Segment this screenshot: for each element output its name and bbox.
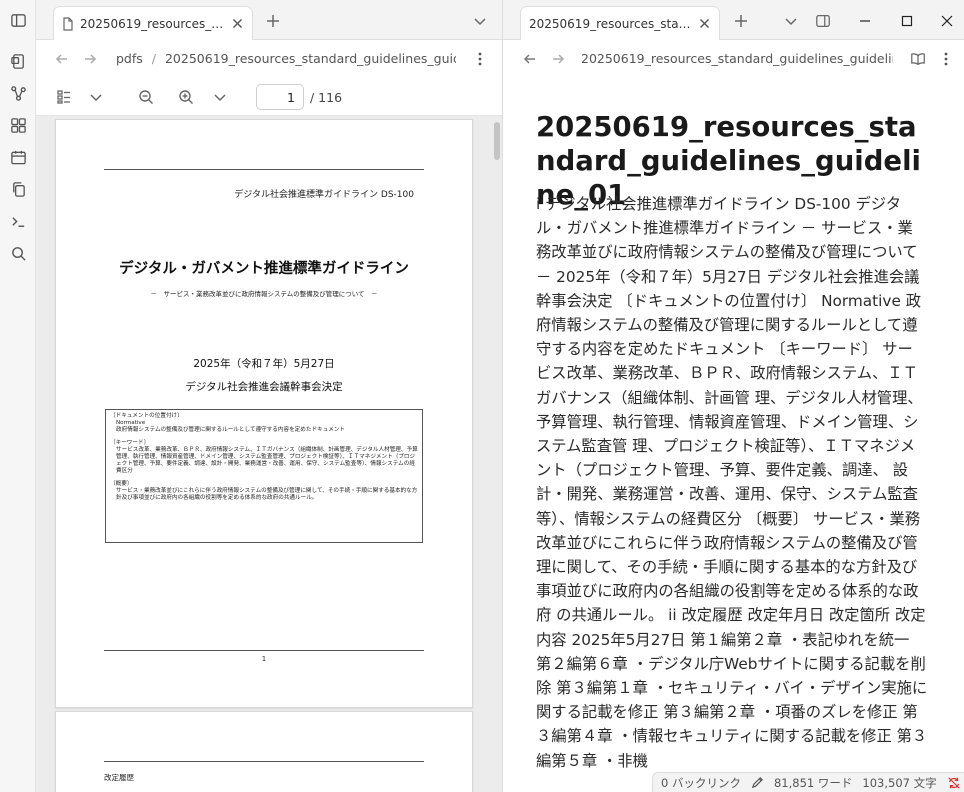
forward-arrow-icon[interactable] [78, 47, 102, 71]
box-heading-position: 〔ドキュメントの位置付け〕 [110, 413, 183, 419]
page-organization: デジタル社会推進会議幹事会決定 [185, 381, 343, 393]
tab-title: 20250619_resources_standard... [529, 16, 693, 31]
status-bar: 0 バックリンク 81,851 ワード 103,507 文字 [652, 772, 964, 792]
box-keywords-text: サービス改革、業務改革、ＢＰＲ、政府情報システム、ＩＴガバナンス（組織体制、計画… [116, 446, 418, 475]
breadcrumb-file[interactable]: 20250619_resources_standard_guidelines_g… [165, 51, 456, 66]
zoom-out-icon[interactable] [134, 85, 158, 109]
word-count: 81,851 ワード [773, 775, 853, 790]
box-position-text: 政府情報システムの整備及び管理に関するルールとして遵守する内容を定めたドキュメン… [116, 427, 346, 434]
left-nav-bar: pdfs / 20250619_resources_standard_guide… [36, 40, 502, 78]
note-body[interactable]: i デジタル社会推進標準ガイドライン DS-100 デジタル・ガバメント推進標準… [536, 192, 928, 773]
reading-view-icon[interactable] [906, 47, 930, 71]
right-pane: 20250619_resources_standard... [503, 0, 964, 792]
canvas-icon[interactable] [5, 112, 31, 138]
page-subtitle: － サービス・業務改革並びに政府情報システムの整備及び管理について － [150, 290, 378, 298]
page-bottom-rule [104, 650, 424, 651]
page-number: 1 [261, 655, 267, 663]
close-tab-icon[interactable] [232, 18, 243, 29]
tab-markdown[interactable]: 20250619_resources_standard... [520, 6, 720, 40]
copy-icon[interactable] [5, 176, 31, 202]
view-options-chevron-icon[interactable] [84, 85, 108, 109]
close-window-icon[interactable] [935, 9, 959, 33]
toggle-right-sidebar-icon[interactable] [811, 9, 835, 33]
char-count: 103,507 文字 [862, 775, 937, 790]
pdf-page-2: 改定履歴 [55, 711, 473, 792]
graph-view-icon[interactable] [5, 80, 31, 106]
box-heading-summary: 〔概要〕 [110, 480, 133, 487]
more-options-icon[interactable] [468, 47, 492, 71]
sidebar-toggle-icon[interactable] [5, 7, 31, 33]
terminal-icon[interactable] [5, 208, 31, 234]
open-file-icon[interactable] [5, 48, 31, 74]
sync-status-icon[interactable] [947, 776, 961, 790]
right-nav-bar: 20250619_resources_standard_guidelines_g… [503, 40, 964, 78]
document-info-box: 〔ドキュメントの位置付け〕 Normative 政府情報システムの整備及び管理に… [105, 409, 423, 543]
tab-pdf[interactable]: 20250619_resources_st... [53, 6, 253, 40]
back-arrow-icon[interactable] [50, 47, 74, 71]
zoom-in-icon[interactable] [174, 85, 198, 109]
right-tab-bar: 20250619_resources_standard... [503, 0, 964, 40]
forward-arrow-icon[interactable] [546, 47, 570, 71]
box-heading-keywords: 〔キーワード〕 [110, 439, 150, 446]
pdf-scrollbar[interactable] [494, 122, 500, 160]
tab-list-chevron-icon[interactable] [468, 9, 492, 33]
app-window: 20250619_resources_st... pdfs / 20250619… [0, 0, 964, 792]
pdf-viewer[interactable]: デジタル社会推進標準ガイドライン DS-100 デジタル・ガバメント推進標準ガイ… [36, 116, 502, 792]
page-top-rule [104, 169, 424, 170]
tab-title: 20250619_resources_st... [80, 16, 226, 31]
left-pane: 20250619_resources_st... pdfs / 20250619… [36, 0, 503, 792]
calendar-icon[interactable] [5, 144, 31, 170]
left-ribbon [0, 0, 36, 792]
close-tab-icon[interactable] [699, 18, 710, 29]
page-top-rule [104, 761, 424, 762]
breadcrumb-separator: / [151, 51, 156, 66]
zoom-options-chevron-icon[interactable] [208, 85, 232, 109]
page-header: デジタル社会推進標準ガイドライン DS-100 [234, 190, 414, 200]
page-total: / 116 [310, 90, 343, 105]
page-title: デジタル・ガバメント推進標準ガイドライン [119, 261, 409, 277]
breadcrumb[interactable]: 20250619_resources_standard_guidelines_g… [581, 51, 893, 66]
back-arrow-icon[interactable] [518, 47, 542, 71]
left-tab-bar: 20250619_resources_st... [36, 0, 502, 40]
page-number-input[interactable]: 1 [256, 84, 304, 110]
edit-pencil-icon[interactable] [751, 776, 764, 789]
tab-list-chevron-icon[interactable] [779, 9, 803, 33]
minimize-icon[interactable] [853, 9, 877, 33]
maximize-icon[interactable] [895, 9, 919, 33]
search-icon[interactable] [5, 240, 31, 266]
pdf-page-1: デジタル社会推進標準ガイドライン DS-100 デジタル・ガバメント推進標準ガイ… [55, 119, 473, 708]
breadcrumb-folder[interactable]: pdfs [116, 51, 143, 66]
breadcrumb: pdfs / 20250619_resources_standard_guide… [116, 51, 456, 66]
new-tab-icon[interactable] [261, 9, 285, 33]
file-icon [62, 16, 74, 31]
page-date: 2025年（令和７年）5月27日 [193, 358, 335, 370]
new-tab-icon[interactable] [729, 9, 753, 33]
pdf-toolbar: 1 / 116 [36, 78, 502, 116]
backlinks-count[interactable]: 0 バックリンク [661, 775, 741, 791]
box-summary-text: サービス・業務改革並びにこれらに伴う政府情報システムの整備及び管理に関して、その… [116, 487, 418, 502]
sidebar-thumbnails-icon[interactable] [52, 85, 76, 109]
more-options-icon[interactable] [934, 47, 958, 71]
revision-history-label: 改定履歴 [104, 773, 134, 782]
